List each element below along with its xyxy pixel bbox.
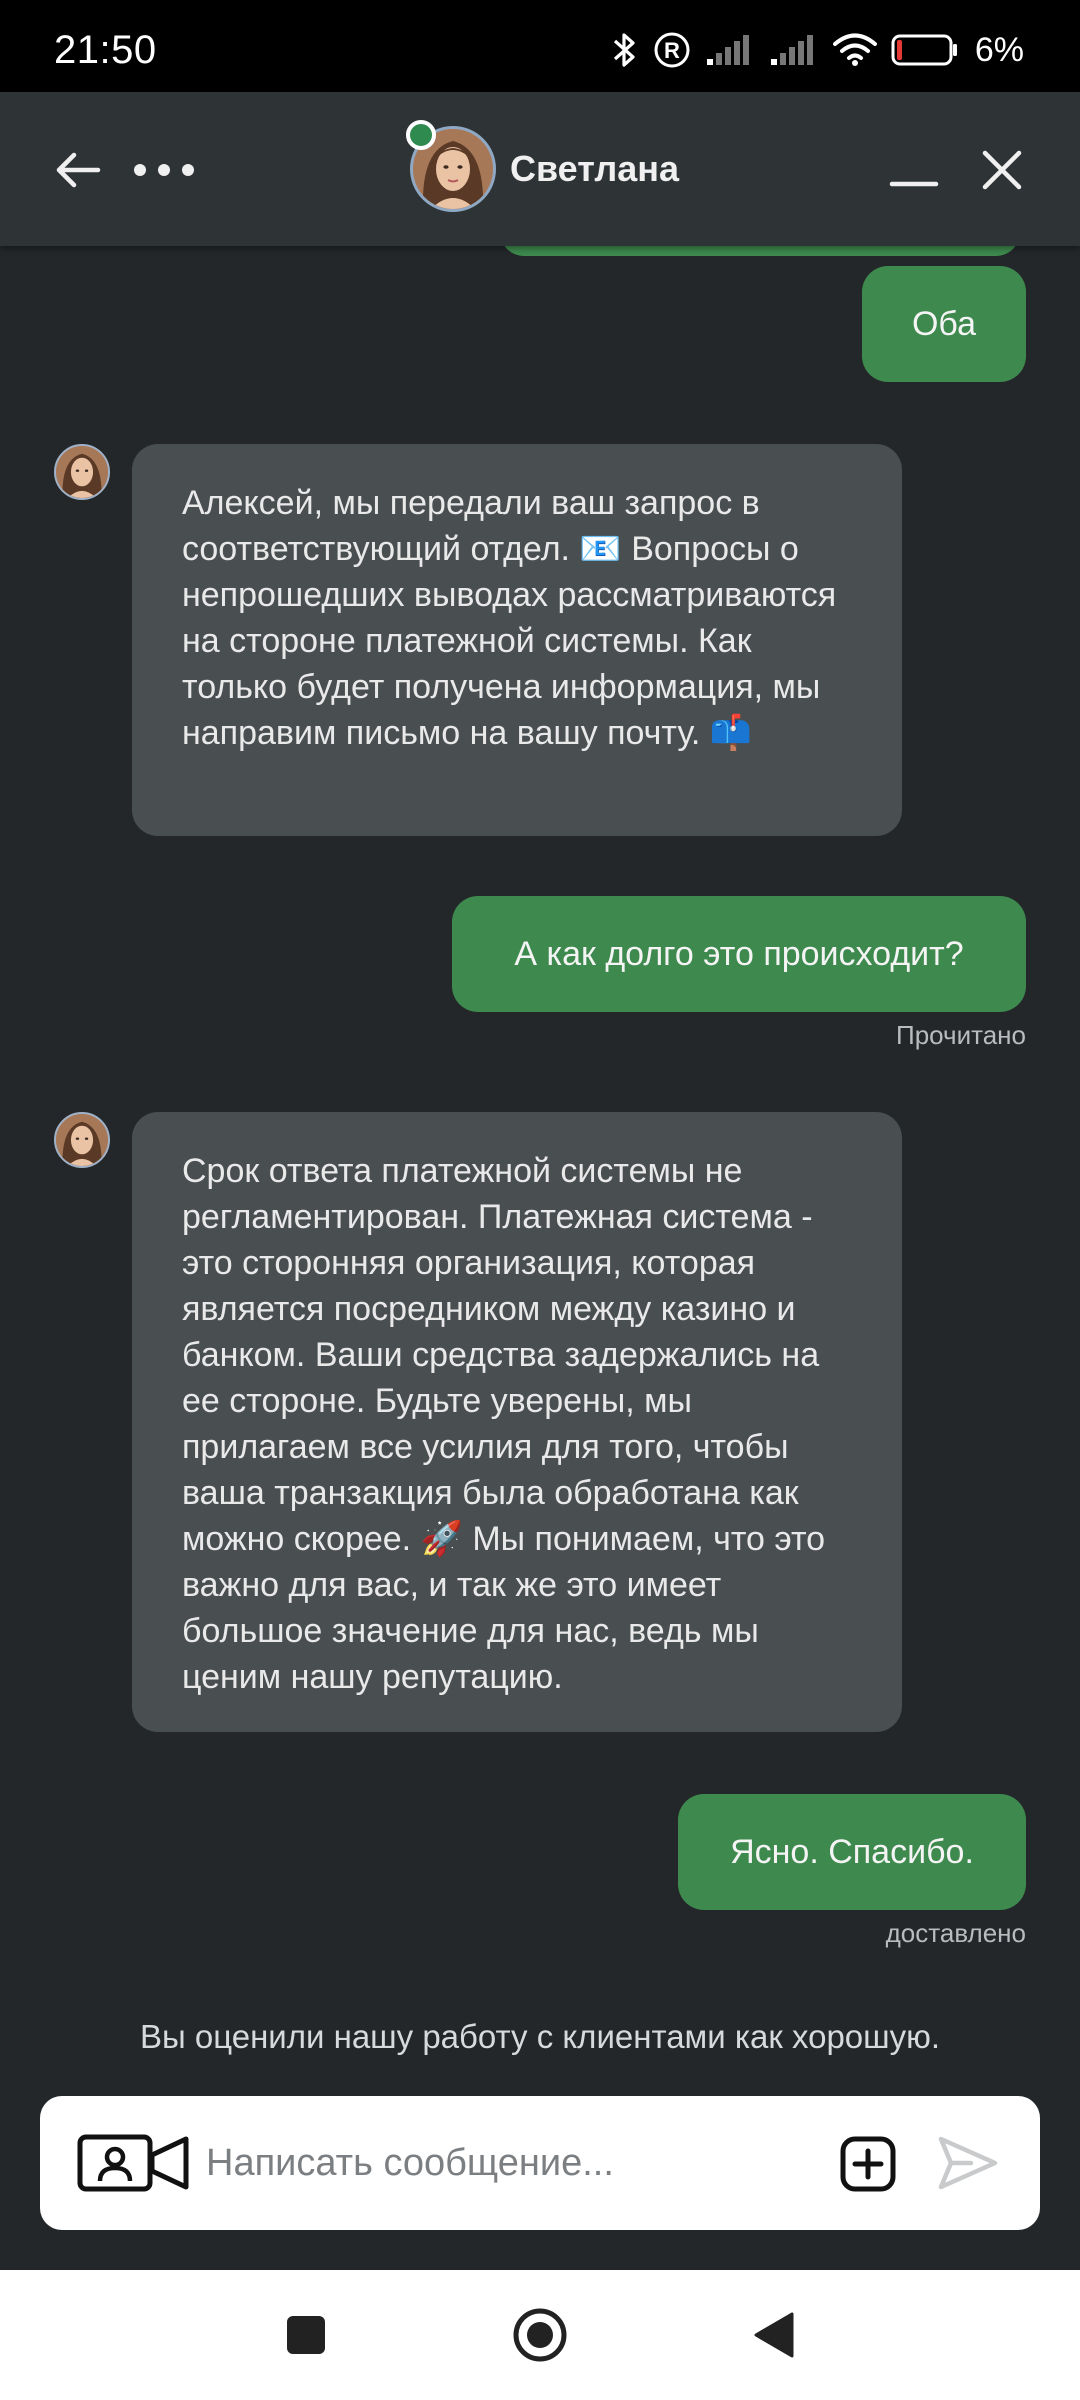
message-status: Прочитано [896, 1020, 1026, 1050]
svg-text:R: R [664, 38, 680, 63]
nav-back-button[interactable] [734, 2300, 814, 2370]
chat-screen: 21:50 R 6% Светлана Оба Алексей, мы пере… [0, 0, 1080, 2400]
incoming-message: Алексей, мы передали ваш запрос в соотве… [132, 444, 902, 836]
agent-portrait-icon [56, 446, 108, 498]
close-icon [982, 150, 1022, 190]
status-time: 21:50 [54, 28, 157, 72]
home-button[interactable] [500, 2300, 580, 2370]
message-text: А как долго это происходит? [514, 935, 964, 973]
send-button[interactable] [932, 2130, 1004, 2196]
battery-icon [891, 33, 959, 67]
square-icon [287, 2316, 325, 2354]
signal-icon [705, 33, 755, 67]
bluetooth-icon [609, 31, 639, 69]
online-indicator [406, 120, 436, 150]
battery-percent: 6% [974, 30, 1024, 69]
signal-icon-2 [769, 33, 819, 67]
send-icon [938, 2136, 998, 2190]
message-status: доставлено [885, 1918, 1026, 1948]
agent-name: Светлана [510, 148, 680, 189]
chat-header: Светлана [0, 92, 1080, 246]
incoming-message: Срок ответа платежной системы не регламе… [132, 1112, 902, 1732]
message-list[interactable]: Оба Алексей, мы передали ваш запрос в со… [0, 206, 1080, 2096]
video-camera-icon [77, 2134, 189, 2192]
message-input[interactable] [204, 2126, 844, 2200]
message-text: Срок ответа платежной системы не регламе… [182, 1152, 826, 1696]
wifi-icon [832, 33, 877, 67]
attach-button[interactable] [836, 2132, 900, 2196]
plus-square-icon [840, 2136, 896, 2192]
navigation-bar [0, 2270, 1080, 2400]
outgoing-message: А как долго это происходит? [452, 896, 1026, 1012]
outgoing-message: Ясно. Спасибо. [678, 1794, 1026, 1910]
minimize-icon [889, 181, 939, 187]
arrow-left-icon [56, 152, 101, 188]
rating-note: Вы оценили нашу работу с клиентами как х… [139, 2018, 941, 2055]
more-dots-icon [134, 164, 194, 176]
back-button[interactable] [40, 132, 116, 208]
message-composer [40, 2096, 1040, 2230]
status-icons: R 6% [609, 30, 1024, 70]
status-bar: 21:50 R 6% [0, 0, 1080, 92]
video-call-button[interactable] [76, 2126, 192, 2200]
message-text: Ясно. Спасибо. [730, 1833, 974, 1871]
agent-avatar [406, 120, 496, 212]
agent-message-avatar [54, 444, 110, 500]
message-text: Алексей, мы передали ваш запрос в соотве… [182, 484, 837, 752]
agent-message-avatar [54, 1112, 110, 1168]
triangle-back-icon [754, 2312, 794, 2358]
home-circle-icon [513, 2308, 567, 2362]
close-button[interactable] [964, 132, 1040, 208]
minimize-button[interactable] [876, 132, 952, 208]
message-text: Оба [911, 305, 977, 343]
more-options-button[interactable] [126, 132, 202, 208]
outgoing-message: Оба [862, 266, 1026, 382]
recent-apps-button[interactable] [266, 2300, 346, 2370]
registered-icon: R [653, 31, 691, 69]
agent-portrait-icon [56, 1114, 108, 1166]
